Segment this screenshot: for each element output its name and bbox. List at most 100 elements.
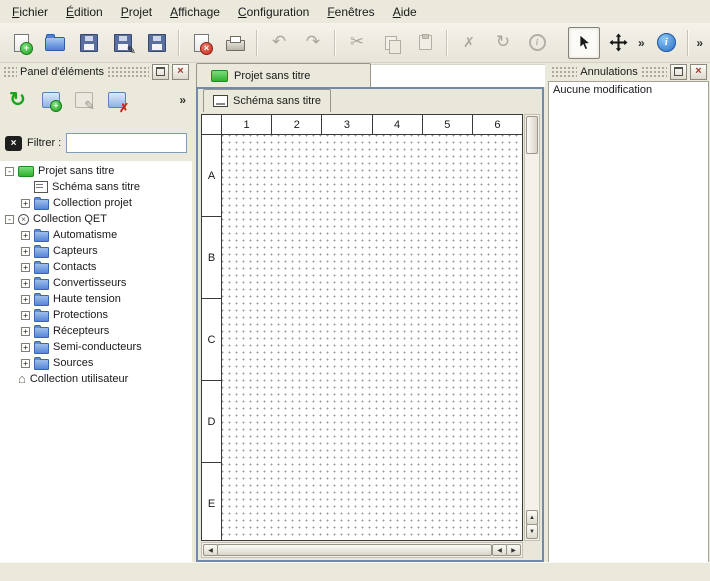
about-button[interactable]: i (650, 27, 682, 59)
close-file-button[interactable]: × (185, 27, 217, 59)
tree-item-collection-qet[interactable]: - × Collection QET (0, 211, 192, 227)
print-button[interactable] (219, 27, 251, 59)
vertical-scrollbar-thumb[interactable] (526, 116, 538, 154)
left-arrow-icon: ◀ (208, 547, 213, 554)
menu-edition[interactable]: Édition (57, 2, 112, 22)
undo-icon: ↶ (272, 34, 286, 51)
folder-icon (34, 359, 49, 370)
expand-expander-icon[interactable]: + (21, 311, 30, 320)
horizontal-scrollbar-thumb[interactable] (217, 544, 492, 556)
tree-item-capteurs[interactable]: + Capteurs (0, 243, 192, 259)
undo-panel-titlebar[interactable]: Annulations × (548, 63, 710, 80)
tree-item-sources[interactable]: + Sources (0, 355, 192, 371)
schema-canvas[interactable] (222, 135, 522, 540)
close-icon: × (177, 66, 183, 77)
save-as-button[interactable]: ✎ (107, 27, 139, 59)
delete-element-button[interactable]: ✗ (103, 87, 130, 114)
horizontal-scrollbar[interactable]: ◀ ◀ ▶ (201, 542, 523, 558)
expand-expander-icon[interactable]: + (21, 263, 30, 272)
dock-handle[interactable] (3, 66, 17, 77)
tab-schema-sans-titre[interactable]: Schéma sans titre (203, 89, 331, 112)
reload-collections-button[interactable]: ↻ (4, 87, 31, 114)
home-icon: ⌂ (18, 373, 26, 385)
vertical-scrollbar[interactable]: ▲ ▼ (524, 114, 540, 541)
delete-button[interactable]: ✗ (453, 27, 485, 59)
collapse-expander-icon[interactable]: - (5, 215, 14, 224)
scroll-left-button[interactable]: ◀ (492, 544, 507, 556)
new-element-button[interactable]: + (37, 87, 64, 114)
column-header: 2 (272, 115, 322, 134)
tree-item-protections[interactable]: + Protections (0, 307, 192, 323)
close-panel-button[interactable]: × (690, 64, 707, 80)
filter-input[interactable] (66, 133, 187, 153)
rotate-button[interactable]: ↻ (487, 27, 519, 59)
tree-item-haute-tension[interactable]: + Haute tension (0, 291, 192, 307)
expand-expander-icon[interactable]: + (21, 343, 30, 352)
save-all-button[interactable] (141, 27, 173, 59)
scroll-up-button[interactable]: ▲ (526, 510, 538, 525)
menu-projet[interactable]: Projet (112, 2, 161, 22)
move-tool-button[interactable] (602, 27, 634, 59)
scroll-left-button[interactable]: ◀ (203, 544, 218, 556)
cut-button[interactable]: ✂ (341, 27, 373, 59)
redo-button[interactable]: ↷ (297, 27, 329, 59)
toolbar-extension-button[interactable]: » (635, 36, 648, 50)
expand-expander-icon[interactable]: + (21, 199, 30, 208)
tree-item-recepteurs[interactable]: + Récepteurs (0, 323, 192, 339)
toolbar-overflow-button[interactable]: » (693, 36, 706, 50)
select-tool-button[interactable] (568, 27, 600, 59)
tree-item-contacts[interactable]: + Contacts (0, 259, 192, 275)
undo-history-list[interactable]: Aucune modification (548, 81, 709, 563)
row-header: B (202, 217, 221, 299)
expand-expander-icon[interactable]: + (21, 327, 30, 336)
tree-item-projet-sans-titre[interactable]: - Projet sans titre (0, 163, 192, 179)
dock-handle[interactable] (107, 66, 149, 77)
menu-aide[interactable]: Aide (384, 2, 426, 22)
scroll-down-button[interactable]: ▼ (526, 524, 538, 539)
tree-item-schema-sans-titre[interactable]: Schéma sans titre (0, 179, 192, 195)
new-project-button[interactable]: + (5, 27, 37, 59)
open-project-button[interactable] (39, 27, 71, 59)
dock-handle[interactable] (551, 66, 577, 77)
folder-icon (34, 343, 49, 354)
float-panel-button[interactable] (152, 64, 169, 80)
tree-item-label: Schéma sans titre (52, 181, 140, 193)
expand-expander-icon[interactable]: + (21, 279, 30, 288)
expand-expander-icon[interactable]: + (21, 359, 30, 368)
copy-button[interactable] (375, 27, 407, 59)
menu-fenetres[interactable]: Fenêtres (318, 2, 383, 22)
float-panel-button[interactable] (670, 64, 687, 80)
schema-icon (34, 181, 48, 193)
expand-expander-icon[interactable]: + (21, 247, 30, 256)
close-panel-button[interactable]: × (172, 64, 189, 80)
tree-item-collection-projet[interactable]: + Collection projet (0, 195, 192, 211)
tree-item-automatisme[interactable]: + Automatisme (0, 227, 192, 243)
rotate-icon: ↻ (496, 34, 510, 51)
column-header: 1 (222, 115, 272, 134)
tree-item-convertisseurs[interactable]: + Convertisseurs (0, 275, 192, 291)
red-cross-icon: ✗ (119, 102, 129, 114)
toolbar-separator (334, 30, 336, 56)
info-disabled-icon: i (529, 34, 546, 51)
panel-toolbar-overflow-button[interactable]: » (176, 93, 188, 107)
scroll-right-button[interactable]: ▶ (506, 544, 521, 556)
menu-fichier[interactable]: Fichier (3, 2, 57, 22)
menu-affichage[interactable]: Affichage (161, 2, 229, 22)
elements-panel-titlebar[interactable]: Panel d'éléments × (0, 63, 192, 80)
tree-item-collection-utilisateur[interactable]: ⌂ Collection utilisateur (0, 371, 192, 387)
save-button[interactable] (73, 27, 105, 59)
elements-panel-toolbar: ↻ + ✎ ✗ » (0, 80, 192, 120)
paste-button[interactable] (409, 27, 441, 59)
clear-filter-icon[interactable]: × (5, 136, 22, 151)
expand-expander-icon[interactable]: + (21, 295, 30, 304)
expand-expander-icon[interactable]: + (21, 231, 30, 240)
collapse-expander-icon[interactable]: - (5, 167, 14, 176)
menu-configuration[interactable]: Configuration (229, 2, 318, 22)
undo-button[interactable]: ↶ (263, 27, 295, 59)
pencil-icon: ✎ (84, 99, 95, 112)
tab-projet-sans-titre[interactable]: Projet sans titre (196, 63, 371, 87)
element-info-button[interactable]: i (521, 27, 553, 59)
tree-item-semi-conducteurs[interactable]: + Semi-conducteurs (0, 339, 192, 355)
dock-handle[interactable] (641, 66, 667, 77)
edit-element-button[interactable]: ✎ (70, 87, 97, 114)
